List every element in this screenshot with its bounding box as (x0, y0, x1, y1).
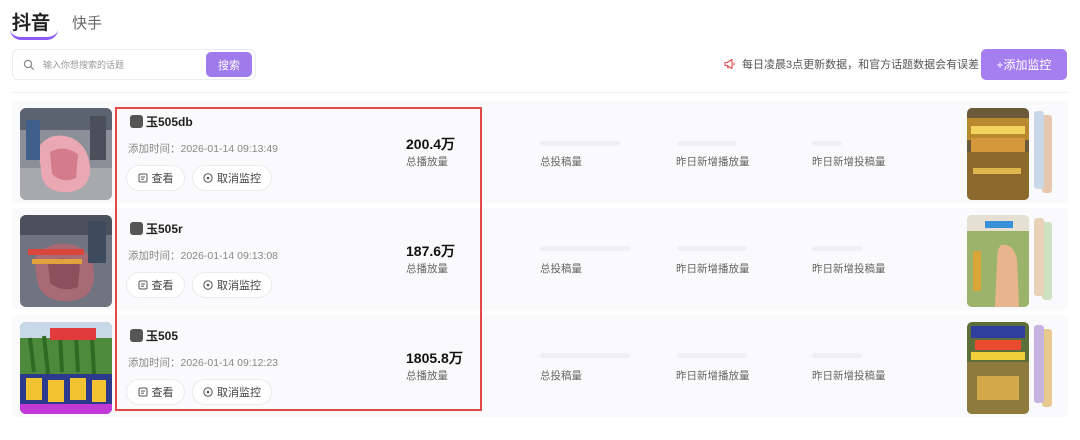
video-thumbnail[interactable] (20, 215, 112, 307)
related-video-thumbnail[interactable] (967, 322, 1029, 414)
related-video-thumbnail[interactable] (967, 108, 1029, 200)
highlight-box (115, 107, 482, 411)
related-video-thumbnail[interactable] (967, 215, 1029, 307)
blurred-value (812, 246, 862, 251)
blurred-value (677, 141, 737, 146)
posts-label: 总投稿量 (540, 156, 582, 168)
new-play-label: 昨日新增播放量 (676, 263, 750, 275)
update-notice: 每日凌晨3点更新数据，和官方话题数据会有误差 (724, 56, 979, 72)
add-monitor-button[interactable]: +添加监控 (981, 49, 1067, 80)
posts-label: 总投稿量 (540, 370, 582, 382)
blurred-value (540, 353, 630, 358)
blurred-value (812, 141, 842, 146)
search-input[interactable] (43, 59, 206, 70)
divider (12, 92, 1068, 93)
new-play-label: 昨日新增播放量 (676, 156, 750, 168)
tab-douyin[interactable]: 抖音 (9, 8, 59, 40)
blurred-value (812, 353, 862, 358)
posts-label: 总投稿量 (540, 263, 582, 275)
blurred-value (540, 246, 630, 251)
new-posts-label: 昨日新增投稿量 (812, 156, 886, 168)
stacked-thumbnail (1034, 218, 1044, 296)
search-button[interactable]: 搜索 (206, 52, 252, 77)
megaphone-icon (724, 58, 735, 70)
stacked-thumbnail (1034, 111, 1044, 189)
platform-tabs: 抖音 快手 (9, 8, 102, 40)
video-thumbnail[interactable] (20, 322, 112, 414)
blurred-value (677, 353, 747, 358)
notice-text: 每日凌晨3点更新数据，和官方话题数据会有误差 (742, 59, 980, 71)
blurred-value (540, 141, 620, 146)
new-play-label: 昨日新增播放量 (676, 370, 750, 382)
blurred-value (677, 246, 747, 251)
stacked-thumbnail (1034, 325, 1044, 403)
video-thumbnail[interactable] (20, 108, 112, 200)
search-bar: 搜索 (12, 49, 256, 80)
new-posts-label: 昨日新增投稿量 (812, 370, 886, 382)
new-posts-label: 昨日新增投稿量 (812, 263, 886, 275)
search-icon (23, 59, 35, 70)
tab-kuaishou[interactable]: 快手 (72, 12, 102, 35)
